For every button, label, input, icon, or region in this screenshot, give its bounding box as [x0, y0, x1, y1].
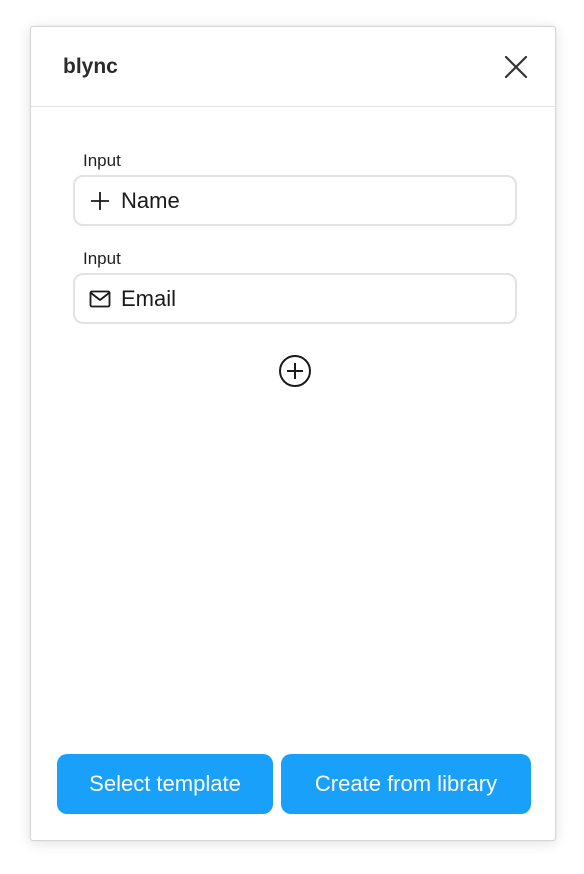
- close-icon: [503, 54, 529, 80]
- email-field-value: Email: [121, 286, 177, 311]
- name-field[interactable]: Name: [73, 175, 517, 226]
- email-field[interactable]: Email: [73, 273, 517, 324]
- name-field-label: Input: [83, 151, 121, 170]
- panel-header: blync: [31, 27, 555, 107]
- circle-plus-icon: [278, 354, 312, 388]
- panel-title: blync: [63, 55, 118, 78]
- create-from-library-button[interactable]: Create from library: [281, 754, 531, 814]
- email-field-label: Input: [83, 249, 121, 268]
- add-field-button[interactable]: [278, 354, 312, 388]
- select-template-button[interactable]: Select template: [57, 754, 273, 814]
- close-button[interactable]: [503, 54, 529, 80]
- name-field-value: Name: [121, 188, 180, 213]
- plus-icon: [88, 189, 112, 213]
- plugin-panel: blync Input Name Input Email Select temp…: [30, 26, 556, 841]
- mail-icon: [88, 287, 112, 311]
